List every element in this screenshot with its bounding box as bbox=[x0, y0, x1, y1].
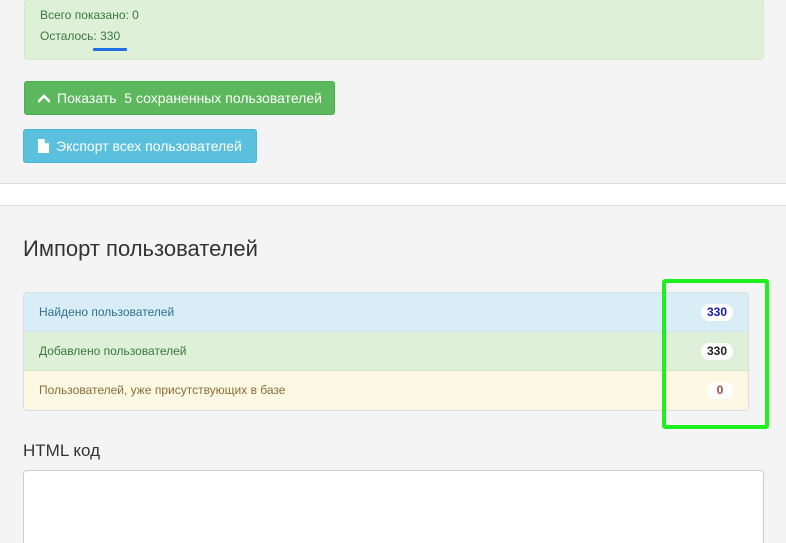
import-title: Импорт пользователей bbox=[23, 236, 258, 261]
file-icon bbox=[36, 139, 50, 153]
stats-alert: Всего показано: 0 Осталось: 330 bbox=[24, 0, 764, 60]
import-results-list: Найдено пользователей 330 Добавлено поль… bbox=[23, 292, 749, 411]
shown-count: Всего показано: 0 bbox=[40, 8, 139, 22]
list-item-existing: Пользователей, уже присутствующих в базе… bbox=[24, 371, 748, 410]
show-saved-users-label: Показать 5 сохраненных пользователей bbox=[57, 90, 322, 106]
saved-users-panel: Всего показано: 0 Осталось: 330 Показать… bbox=[0, 0, 786, 184]
list-item-added: Добавлено пользователей 330 bbox=[24, 332, 748, 371]
html-code-textarea[interactable] bbox=[23, 470, 764, 543]
export-all-users-button[interactable]: Экспорт всех пользователей bbox=[23, 129, 257, 163]
remaining-label: Осталось: bbox=[40, 29, 101, 43]
remaining-value: 330 bbox=[100, 29, 121, 43]
list-item-found: Найдено пользователей 330 bbox=[24, 293, 748, 332]
found-label: Найдено пользователей bbox=[39, 305, 175, 319]
highlight-box bbox=[662, 279, 769, 429]
existing-label: Пользователей, уже присутствующих в базе bbox=[39, 383, 286, 397]
html-code-label: HTML код bbox=[23, 441, 100, 460]
remaining-count: Осталось: 330 bbox=[40, 28, 128, 51]
added-label: Добавлено пользователей bbox=[39, 344, 187, 358]
chevron-up-icon bbox=[37, 91, 51, 105]
export-all-users-label: Экспорт всех пользователей bbox=[56, 138, 242, 154]
underline-marker bbox=[93, 48, 128, 51]
page: Всего показано: 0 Осталось: 330 Показать… bbox=[0, 0, 786, 543]
remaining-value-wrap: 330 bbox=[93, 28, 128, 51]
show-saved-users-button[interactable]: Показать 5 сохраненных пользователей bbox=[24, 81, 335, 115]
import-panel: Импорт пользователей Найдено пользовател… bbox=[0, 205, 786, 543]
